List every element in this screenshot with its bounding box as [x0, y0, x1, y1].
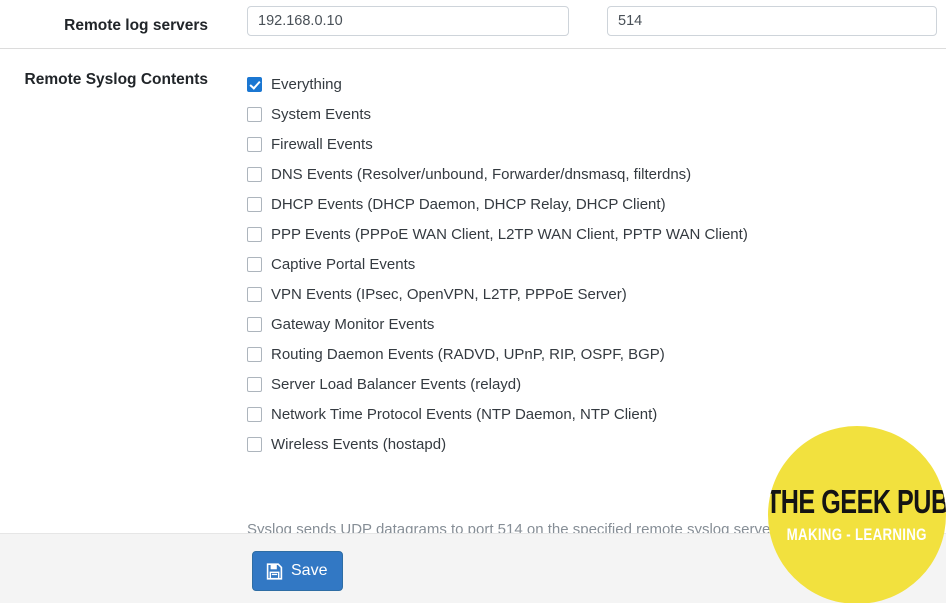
remote-log-servers-row: Remote log servers: [0, 0, 946, 48]
syslog-content-option-label: System Events: [271, 107, 371, 122]
watermark-subtitle: MAKING - LEARNING: [787, 526, 927, 543]
syslog-content-option-label: DHCP Events (DHCP Daemon, DHCP Relay, DH…: [271, 197, 666, 212]
remote-log-server-port-input[interactable]: [607, 6, 937, 36]
syslog-content-option-label: DNS Events (Resolver/unbound, Forwarder/…: [271, 167, 691, 182]
checkbox-unchecked-icon[interactable]: [247, 407, 262, 422]
syslog-content-option[interactable]: Routing Daemon Events (RADVD, UPnP, RIP,…: [247, 339, 946, 369]
checkbox-unchecked-icon[interactable]: [247, 317, 262, 332]
watermark-title: THE GEEK PUB: [768, 486, 946, 519]
syslog-content-option-label: Gateway Monitor Events: [271, 317, 434, 332]
syslog-content-option[interactable]: Captive Portal Events: [247, 249, 946, 279]
syslog-content-option-label: PPP Events (PPPoE WAN Client, L2TP WAN C…: [271, 227, 748, 242]
checkbox-unchecked-icon[interactable]: [247, 287, 262, 302]
save-button[interactable]: Save: [252, 551, 343, 591]
remote-syslog-contents-label: Remote Syslog Contents: [0, 71, 208, 89]
syslog-content-option-label: Firewall Events: [271, 137, 373, 152]
syslog-content-option[interactable]: PPP Events (PPPoE WAN Client, L2TP WAN C…: [247, 219, 946, 249]
checkbox-unchecked-icon[interactable]: [247, 167, 262, 182]
checkbox-unchecked-icon[interactable]: [247, 107, 262, 122]
syslog-content-option[interactable]: DNS Events (Resolver/unbound, Forwarder/…: [247, 159, 946, 189]
syslog-content-option[interactable]: DHCP Events (DHCP Daemon, DHCP Relay, DH…: [247, 189, 946, 219]
syslog-content-option[interactable]: Server Load Balancer Events (relayd): [247, 369, 946, 399]
checkbox-unchecked-icon[interactable]: [247, 377, 262, 392]
checkbox-unchecked-icon[interactable]: [247, 257, 262, 272]
checkbox-unchecked-icon[interactable]: [247, 197, 262, 212]
syslog-content-option-label: VPN Events (IPsec, OpenVPN, L2TP, PPPoE …: [271, 287, 627, 302]
syslog-content-option[interactable]: Network Time Protocol Events (NTP Daemon…: [247, 399, 946, 429]
syslog-content-option[interactable]: Everything: [247, 69, 946, 99]
save-button-label: Save: [291, 563, 327, 579]
checkbox-unchecked-icon[interactable]: [247, 227, 262, 242]
syslog-content-option-label: Wireless Events (hostapd): [271, 437, 446, 452]
watermark-logo: THE GEEK PUB MAKING - LEARNING: [768, 426, 946, 603]
syslog-content-option[interactable]: Firewall Events: [247, 129, 946, 159]
syslog-content-option-label: Captive Portal Events: [271, 257, 415, 272]
syslog-content-option-label: Server Load Balancer Events (relayd): [271, 377, 521, 392]
syslog-content-option-label: Routing Daemon Events (RADVD, UPnP, RIP,…: [271, 347, 665, 362]
checkbox-unchecked-icon[interactable]: [247, 347, 262, 362]
floppy-disk-icon: [266, 563, 283, 580]
syslog-content-option[interactable]: Gateway Monitor Events: [247, 309, 946, 339]
checkbox-checked-icon[interactable]: [247, 77, 262, 92]
checkbox-unchecked-icon[interactable]: [247, 137, 262, 152]
syslog-content-option-label: Everything: [271, 77, 342, 92]
checkbox-unchecked-icon[interactable]: [247, 437, 262, 452]
syslog-content-option-label: Network Time Protocol Events (NTP Daemon…: [271, 407, 657, 422]
remote-log-server-host-input[interactable]: [247, 6, 569, 36]
syslog-content-option[interactable]: System Events: [247, 99, 946, 129]
syslog-contents-checkbox-list: Everything System Events Firewall Events DN…: [247, 69, 946, 459]
remote-log-servers-label: Remote log servers: [0, 17, 208, 36]
syslog-content-option[interactable]: VPN Events (IPsec, OpenVPN, L2TP, PPPoE …: [247, 279, 946, 309]
syslog-settings-page: Remote log servers Remote Syslog Content…: [0, 0, 946, 603]
